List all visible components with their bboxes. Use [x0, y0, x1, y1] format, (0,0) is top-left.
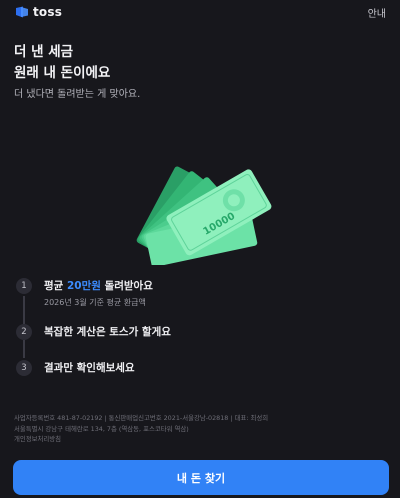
hero-title: 더 낸 세금 원래 내 돈이에요 — [14, 42, 110, 84]
logo-text: toss — [33, 5, 63, 19]
step-2: 2 복잡한 계산은 토스가 할게요 — [16, 324, 171, 340]
toss-logo: toss — [15, 5, 62, 19]
toss-logo-icon — [16, 6, 28, 18]
step-title: 복잡한 계산은 토스가 할게요 — [44, 326, 171, 338]
top-bar: toss 안내 — [0, 0, 400, 24]
company-address-text: 서울특별시 강남구 테헤란로 134, 7층 (역삼동, 포스코타워 역삼) — [14, 424, 189, 433]
step-1: 1 평균 20만원 돌려받아요 2026년 3월 기준 평균 환급액 — [16, 278, 153, 308]
step-number: 3 — [16, 360, 32, 376]
company-info-footer: 사업자등록번호 481-87-02192 | 통신판매업신고번호 2021-서울… — [14, 413, 386, 445]
step-title: 결과만 확인해보세요 — [44, 362, 135, 374]
step-number: 1 — [16, 278, 32, 294]
hero-title-line1: 더 낸 세금 — [14, 44, 74, 60]
hero-subtitle: 더 냈다면 돌려받는 게 맞아요. — [14, 89, 141, 100]
average-refund-amount: 20만원 — [66, 280, 101, 292]
step-title: 평균 20만원 돌려받아요 — [44, 278, 153, 294]
step-title-suffix: 돌려받아요 — [100, 280, 153, 292]
step-number: 2 — [16, 324, 32, 340]
privacy-policy-link[interactable]: 개인정보처리방침 — [14, 434, 386, 445]
step-title-prefix: 평균 — [44, 280, 67, 292]
hero-title-line2: 원래 내 돈이에요 — [14, 65, 111, 81]
find-my-money-button[interactable]: 내 돈 찾기 — [13, 460, 389, 495]
money-bills-illustration: 10000 — [136, 166, 272, 265]
step-description: 2026년 3월 기준 평균 환급액 — [44, 298, 146, 307]
guide-link[interactable]: 안내 — [368, 5, 386, 20]
step-connector — [23, 340, 25, 358]
business-registration-text: 사업자등록번호 481-87-02192 | 통신판매업신고번호 2021-서울… — [14, 414, 269, 422]
step-3: 3 결과만 확인해보세요 — [16, 360, 135, 376]
